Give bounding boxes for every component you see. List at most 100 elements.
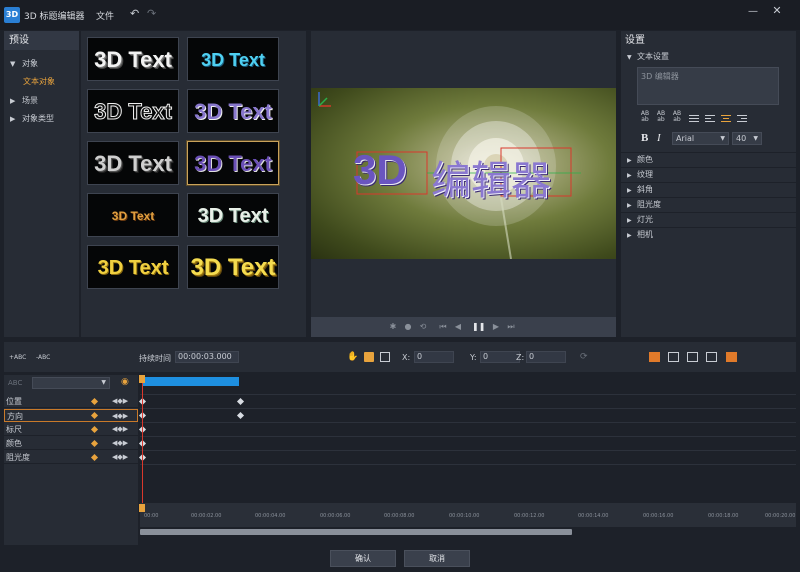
remove-text-button[interactable]: -ABC: [36, 354, 50, 361]
cancel-button[interactable]: 取消: [404, 550, 470, 567]
hand-icon[interactable]: ✋: [347, 352, 358, 362]
preset-thumb[interactable]: 3D Text: [187, 245, 279, 289]
light-icon[interactable]: ●: [403, 322, 413, 332]
y-input[interactable]: 0: [480, 351, 520, 363]
timeline-area[interactable]: [138, 375, 796, 545]
chevron-right-icon: ▶: [627, 217, 632, 224]
add-text-button[interactable]: +ABC: [9, 354, 26, 361]
tree-item-object[interactable]: ▼ 对象: [10, 58, 38, 69]
keyframe-nav-icon[interactable]: ◀◆▶: [112, 410, 128, 423]
ruler-playhead-handle[interactable]: [139, 504, 145, 512]
reset-icon[interactable]: ⟳: [580, 352, 590, 362]
track-row[interactable]: 标尺 ◀◆▶: [4, 423, 138, 436]
keyframe-icon[interactable]: [90, 439, 99, 448]
rotate-icon[interactable]: ✱: [388, 322, 398, 332]
undo-icon[interactable]: ↶: [130, 8, 142, 20]
preview-canvas[interactable]: 3D 编辑器: [311, 88, 616, 259]
preset-thumb[interactable]: 3D Text: [187, 89, 279, 133]
keyframe-icon[interactable]: [90, 453, 99, 462]
bold-button[interactable]: B: [641, 132, 648, 144]
view-left-icon[interactable]: [668, 352, 679, 362]
close-icon[interactable]: ✕: [770, 4, 784, 18]
italic-button[interactable]: I: [657, 132, 661, 144]
section-opacity[interactable]: ▶ 阻光度: [621, 197, 796, 212]
tree-item-object-type[interactable]: ▶ 对象类型: [10, 113, 54, 124]
align-right-icon[interactable]: [737, 113, 747, 123]
pause-icon[interactable]: ❚❚: [472, 322, 485, 332]
playhead[interactable]: [142, 375, 143, 515]
align-left-icon[interactable]: [705, 113, 715, 123]
chevron-right-icon: ▶: [627, 172, 632, 179]
duration-input[interactable]: 00:00:03.000: [175, 351, 239, 363]
duration-clip[interactable]: [142, 377, 239, 386]
playhead-handle[interactable]: [139, 375, 145, 383]
font-select[interactable]: Arial ▼: [672, 132, 729, 145]
tree-item-scene[interactable]: ▶ 场景: [10, 95, 38, 106]
preset-thumb[interactable]: 3D Text: [87, 193, 179, 237]
minimize-icon[interactable]: —: [746, 6, 760, 20]
keyframe-marker[interactable]: [236, 411, 245, 420]
goto-end-icon[interactable]: ⏭: [506, 322, 516, 332]
goto-start-icon[interactable]: ⏮: [438, 322, 448, 332]
track-row[interactable]: 位置 ◀◆▶: [4, 395, 138, 408]
text-content-input[interactable]: 3D 编辑器: [637, 67, 779, 105]
track-row-selected[interactable]: 方向 ◀◆▶: [4, 409, 138, 422]
scale-icon[interactable]: [380, 352, 390, 362]
thumb-label: 3D Text: [97, 257, 169, 279]
section-label: 阻光度: [637, 200, 661, 209]
preset-thumb[interactable]: 3D Text: [87, 37, 179, 81]
keyframe-icon[interactable]: [90, 411, 99, 420]
section-lighting[interactable]: ▶ 灯光: [621, 212, 796, 227]
preset-thumb[interactable]: 3D Text: [87, 141, 179, 185]
keyframe-nav-icon[interactable]: ◀◆▶: [112, 451, 128, 464]
lowercase-icon[interactable]: AB ab: [655, 111, 667, 123]
capitalize-icon[interactable]: AB ab: [671, 111, 683, 123]
z-input[interactable]: 0: [526, 351, 566, 363]
track-row[interactable]: 阻光度 ◀◆▶: [4, 451, 138, 464]
section-texture[interactable]: ▶ 纹理: [621, 167, 796, 182]
redo-icon[interactable]: ↷: [147, 8, 159, 20]
uppercase-icon[interactable]: AB ab: [639, 111, 651, 123]
chevron-down-icon: ▼: [10, 60, 16, 68]
keyframe-icon[interactable]: [90, 397, 99, 406]
view-perspective-icon[interactable]: [726, 352, 737, 362]
track-label: 标尺: [6, 425, 22, 434]
view-right-icon[interactable]: [706, 352, 717, 362]
preset-thumb[interactable]: 3D Text: [87, 89, 179, 133]
preset-thumb[interactable]: 3D Text: [87, 245, 179, 289]
preset-thumb-selected[interactable]: 3D Text: [187, 141, 279, 185]
view-top-icon[interactable]: [687, 352, 698, 362]
font-size-select[interactable]: 40 ▼: [732, 132, 762, 145]
section-text-settings[interactable]: ▼ 文本设置: [621, 50, 796, 65]
x-input[interactable]: 0: [414, 351, 454, 363]
ok-button[interactable]: 确认: [330, 550, 396, 567]
tree-item-text-object[interactable]: 文本对象: [23, 76, 55, 87]
next-frame-icon[interactable]: ▶: [491, 322, 501, 332]
align-center-icon[interactable]: [721, 113, 731, 123]
keyframe-nav-icon[interactable]: ◀◆▶: [112, 437, 128, 450]
loop-icon[interactable]: ⟲: [418, 322, 428, 332]
move-icon[interactable]: [364, 352, 374, 362]
preset-thumb[interactable]: 3D Text: [187, 193, 279, 237]
layer-select[interactable]: ▼: [32, 377, 110, 389]
timeline-scrollbar[interactable]: [140, 529, 572, 535]
section-label: 颜色: [637, 155, 653, 164]
font-select-value: Arial: [676, 134, 695, 143]
track-row[interactable]: 颜色 ◀◆▶: [4, 437, 138, 450]
section-color[interactable]: ▶ 颜色: [621, 152, 796, 167]
keyframe-nav-icon[interactable]: ◀◆▶: [112, 395, 128, 408]
menu-file[interactable]: 文件: [96, 9, 114, 22]
line-spacing-icon[interactable]: [689, 113, 699, 123]
keyframe-nav-icon[interactable]: ◀◆▶: [112, 423, 128, 436]
view-front-icon[interactable]: [649, 352, 660, 362]
preset-thumb[interactable]: 3D Text: [187, 37, 279, 81]
preview-controls: ✱ ● ⟲ ⏮ ◀ ❚❚ ▶ ⏭: [311, 317, 616, 337]
keyframe-icon[interactable]: [90, 425, 99, 434]
track-line: [140, 436, 796, 437]
section-bevel[interactable]: ▶ 斜角: [621, 182, 796, 197]
section-camera[interactable]: ▶ 相机: [621, 227, 796, 242]
prev-frame-icon[interactable]: ◀: [453, 322, 463, 332]
eye-icon[interactable]: ◉: [121, 377, 131, 387]
ruler-tick: 00:00:08.00: [384, 513, 415, 519]
keyframe-marker[interactable]: [236, 397, 245, 406]
